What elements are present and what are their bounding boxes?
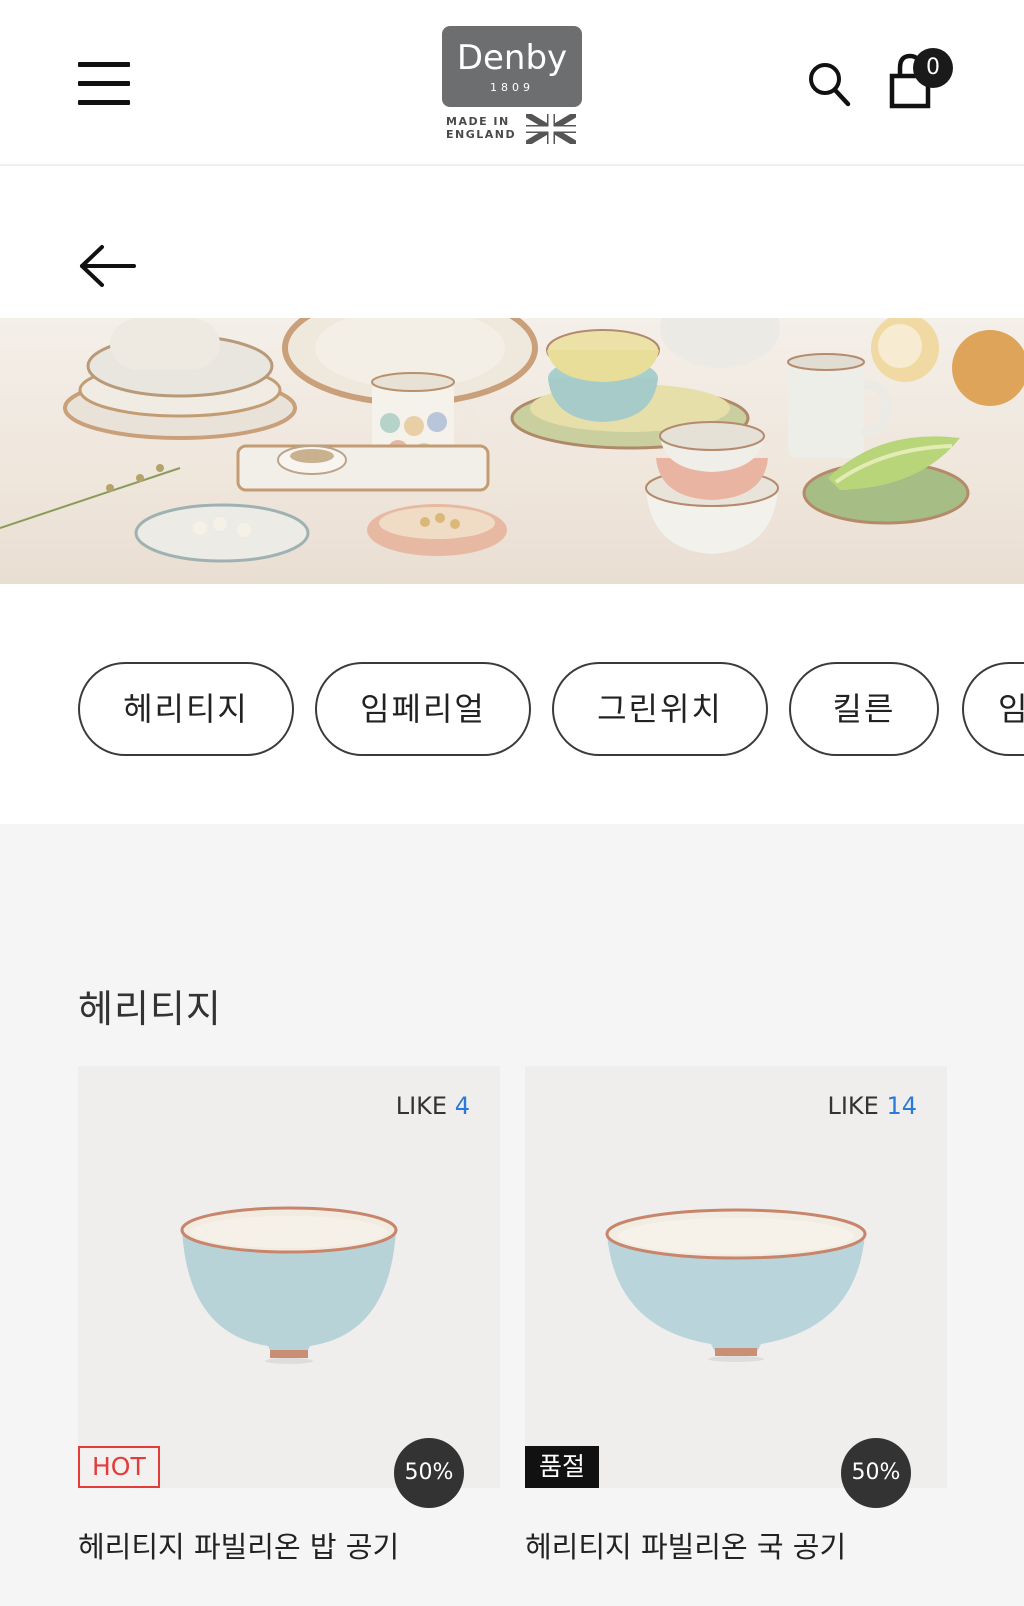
discount-badge: 50% [394, 1438, 464, 1508]
collection-banner-image [0, 318, 1024, 584]
sold-out-badge: 품절 [525, 1446, 600, 1488]
chip-heritage[interactable]: 헤리티지 [78, 662, 294, 756]
section-title: 헤리티지 [78, 987, 222, 1031]
logo-year: 1809 [490, 81, 534, 94]
search-icon[interactable] [806, 60, 854, 110]
product-card[interactable]: LIKE 14 품절 50% 헤리티지 파빌리온 국 공기 [525, 1066, 947, 1564]
like-count: 4 [454, 1092, 470, 1120]
union-jack-icon [526, 114, 576, 144]
category-chip-row: 헤리티지 임페리얼 그린위치 킬른 임 [0, 662, 1024, 758]
like-button[interactable]: LIKE 14 [827, 1092, 917, 1120]
like-button[interactable]: LIKE 4 [396, 1092, 470, 1120]
hamburger-menu-icon[interactable] [78, 62, 130, 106]
denby-logo[interactable]: Denby 1809 MADE IN ENGLAND [442, 26, 582, 146]
product-image-area[interactable]: LIKE 4 HOT 50% [78, 1066, 500, 1508]
hot-badge: HOT [78, 1446, 160, 1488]
back-arrow-icon[interactable] [78, 244, 138, 288]
chip-greenwich[interactable]: 그린위치 [552, 662, 768, 756]
product-name[interactable]: 헤리티지 파빌리온 국 공기 [525, 1524, 846, 1566]
like-count: 14 [886, 1092, 917, 1120]
rice-bowl-image [180, 1206, 398, 1364]
chip-kiln[interactable]: 킬른 [789, 662, 939, 756]
logo-made-in-england: MADE IN ENGLAND [446, 115, 517, 141]
soup-bowl-image [605, 1208, 867, 1362]
cart-count-badge: 0 [913, 48, 953, 88]
shopping-bag-icon[interactable]: 0 [888, 48, 954, 112]
product-section: 헤리티지 LIKE 4 HOT 50% 헤리티지 파빌리온 밥 공기 LIKE [0, 824, 1024, 1606]
site-header: Denby 1809 MADE IN ENGLAND 0 [0, 0, 1024, 166]
product-card[interactable]: LIKE 4 HOT 50% 헤리티지 파빌리온 밥 공기 [78, 1066, 500, 1564]
discount-badge: 50% [841, 1438, 911, 1508]
product-image-area[interactable]: LIKE 14 품절 50% [525, 1066, 947, 1508]
logo-wordmark: Denby [456, 38, 568, 78]
product-name[interactable]: 헤리티지 파빌리온 밥 공기 [78, 1524, 399, 1566]
chip-partial[interactable]: 임 [962, 662, 1024, 756]
chip-imperial[interactable]: 임페리얼 [315, 662, 531, 756]
